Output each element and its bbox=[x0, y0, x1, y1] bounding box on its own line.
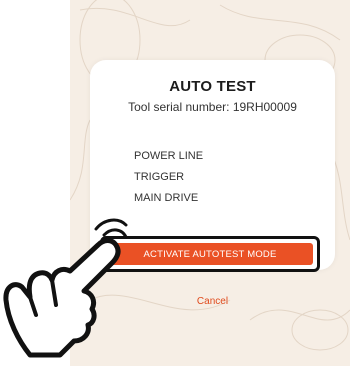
pointing-hand-icon bbox=[3, 218, 128, 358]
cancel-button[interactable]: Cancel bbox=[180, 296, 245, 307]
activate-button-highlight: ACTIVATE AUTOTEST MODE bbox=[100, 236, 320, 272]
serial-number-text: Tool serial number: 19RH00009 bbox=[128, 100, 297, 114]
test-item-main-drive: MAIN DRIVE bbox=[134, 192, 199, 204]
test-item-trigger: TRIGGER bbox=[134, 171, 185, 183]
test-item-power-line: POWER LINE bbox=[134, 150, 204, 162]
test-list: POWER LINE TRIGGER MAIN DRIVE bbox=[134, 149, 203, 212]
dialog-title: AUTO TEST bbox=[169, 78, 256, 95]
activate-autotest-button[interactable]: ACTIVATE AUTOTEST MODE bbox=[107, 243, 313, 265]
